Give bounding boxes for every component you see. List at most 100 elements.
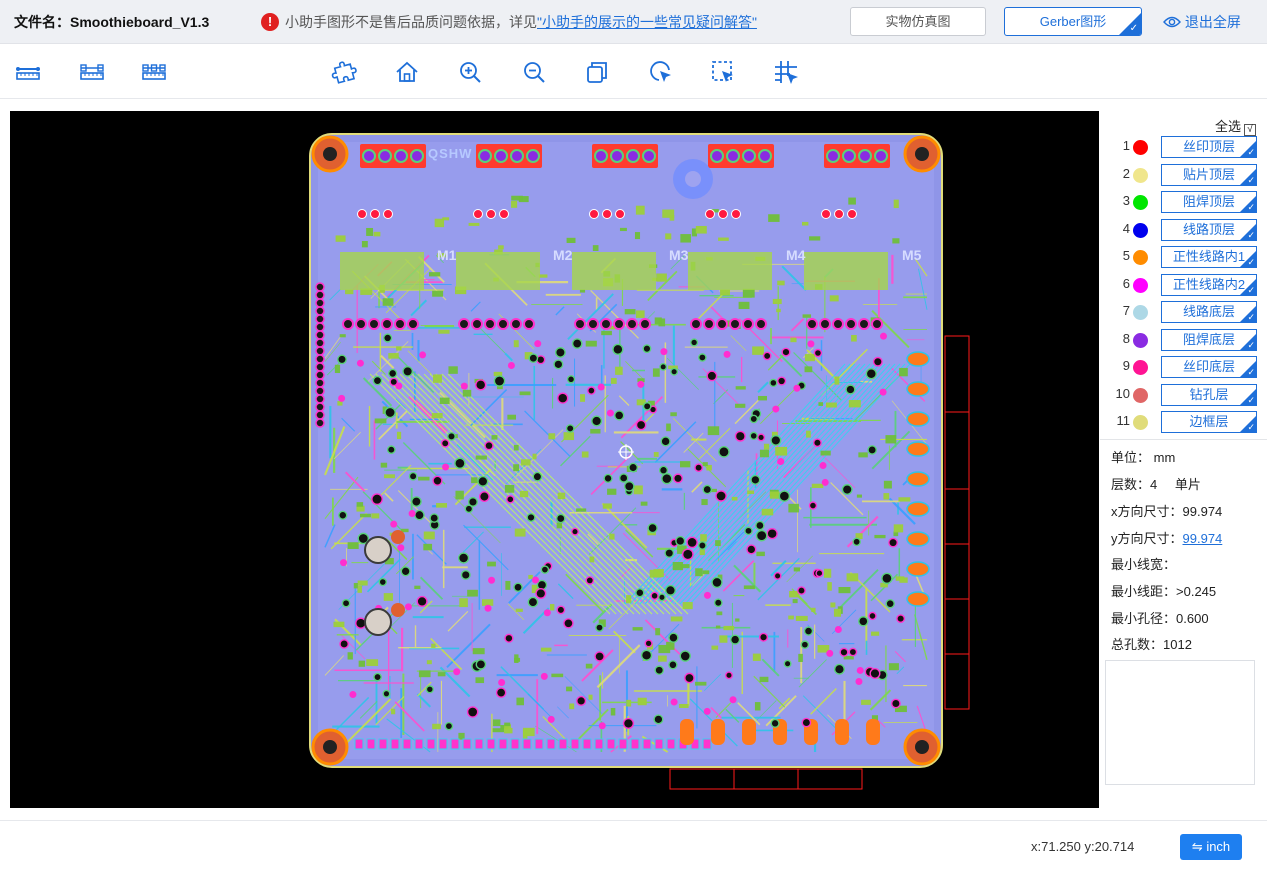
zoom-in-icon[interactable] (456, 58, 484, 86)
via (493, 375, 506, 387)
min-space-label: 最小线距： (1111, 584, 1177, 599)
bottom-pin (486, 738, 496, 750)
smd-pad (366, 227, 374, 236)
layer-number: 11 (1116, 413, 1131, 428)
motor-label-m4: M4 (786, 247, 806, 263)
via-ring (858, 318, 870, 330)
magenta-via (606, 409, 614, 417)
smd-pad (858, 452, 868, 458)
smd-pad (548, 433, 556, 440)
faq-link[interactable]: "小助手的展示的一些常见疑问解答" (537, 14, 757, 30)
smd-pad (566, 237, 576, 243)
pcb-canvas[interactable]: QSHW M1 M2 M3 M4 M5 (10, 111, 1099, 808)
terminal-pad (742, 719, 756, 745)
y-size-info: y方向尺寸：99.974 (1111, 528, 1222, 547)
via (718, 446, 730, 458)
exit-fullscreen-button[interactable]: 退出全屏 (1163, 12, 1241, 32)
select-area-icon[interactable] (709, 58, 737, 86)
zoom-out-icon[interactable] (520, 58, 548, 86)
magenta-via (660, 348, 668, 356)
smd-pad (656, 273, 667, 282)
y-size-value-link[interactable]: 99.974 (1183, 531, 1223, 546)
header-pin (874, 149, 888, 163)
via (425, 685, 434, 694)
magenta-via (498, 678, 506, 686)
motor-label-m1: M1 (437, 247, 457, 263)
total-holes-label: 总孔数： (1111, 637, 1164, 652)
smd-pad (580, 394, 586, 402)
layer-toggle-button[interactable]: 线路底层 ✓ (1161, 301, 1257, 323)
via (670, 367, 679, 376)
via (432, 475, 443, 486)
via (730, 634, 741, 645)
smd-pad (504, 727, 513, 734)
red-via (499, 209, 509, 219)
layer-toggle-button[interactable]: 线路顶层 ✓ (1161, 218, 1257, 241)
layer-toggle-button[interactable]: 边框层 ✓ (1161, 411, 1257, 433)
notice-message: 小助手图形不是售后品质问题依据，详见 (285, 14, 537, 30)
layer-number: 10 (1115, 385, 1130, 401)
smd-pad (701, 499, 708, 506)
pcb-board-render[interactable] (10, 111, 1099, 808)
smd-pad (513, 464, 519, 472)
smd-pad (634, 232, 641, 240)
copy-layers-icon[interactable] (583, 58, 611, 86)
home-icon[interactable] (393, 58, 421, 86)
bottom-pin (414, 738, 424, 750)
layer-toggle-button[interactable]: 钻孔层 ✓ (1161, 383, 1257, 406)
physical-simulation-button[interactable]: 实物仿真图 (850, 7, 986, 36)
pin (315, 418, 325, 428)
smd-pad (414, 585, 421, 590)
magenta-via (397, 544, 405, 552)
smd-pad (515, 608, 523, 612)
via-ring (394, 318, 406, 330)
via (563, 618, 574, 629)
min-space-info: 最小线距：>0.245 (1111, 581, 1216, 600)
smd-pad (820, 450, 831, 456)
pin (315, 378, 325, 388)
smd-pad (846, 573, 859, 582)
via (759, 632, 769, 642)
via-ring (407, 318, 419, 330)
gerber-view-button[interactable]: Gerber图形 ✓ (1004, 7, 1142, 36)
ruler-double-icon[interactable] (78, 58, 106, 86)
layer-toggle-button[interactable]: 丝印顶层 ✓ (1161, 136, 1257, 158)
pin (315, 290, 325, 300)
grid-icon[interactable] (772, 58, 800, 86)
puzzle-icon[interactable] (330, 58, 358, 86)
smd-pad (511, 201, 518, 208)
via (659, 363, 668, 371)
via (504, 633, 514, 643)
via-ring (587, 318, 599, 330)
via (585, 576, 595, 585)
via-ring (742, 318, 754, 330)
total-holes-value: 1012 (1163, 637, 1192, 652)
smd-pad (609, 533, 615, 540)
via (749, 414, 759, 424)
preview-box (1105, 660, 1255, 785)
smd-pad (418, 476, 430, 481)
smd-pad (498, 245, 504, 250)
via (382, 689, 391, 698)
ruler-split-icon[interactable] (140, 58, 168, 86)
via (890, 698, 901, 709)
select-all-toggle[interactable]: 全选 √ (1215, 116, 1256, 136)
layer-toggle-button[interactable]: 阻焊顶层 ✓ (1161, 191, 1257, 213)
gear-logo-hub (685, 171, 701, 187)
via (803, 626, 814, 636)
layer-toggle-button[interactable]: 阻焊底层 ✓ (1161, 328, 1257, 351)
pin (315, 282, 325, 292)
smd-pad (347, 542, 359, 549)
via-ring (574, 318, 586, 330)
terminal-pad (906, 351, 930, 367)
layer-toggle-button[interactable]: 正性线路内2 ✓ (1161, 273, 1257, 296)
ruler-icon[interactable] (14, 58, 42, 86)
layer-toggle-button[interactable]: 丝印底层 ✓ (1161, 356, 1257, 378)
smd-pad (695, 225, 707, 234)
layer-toggle-button[interactable]: 正性线路内1 ✓ (1161, 246, 1257, 268)
layer-toggle-button[interactable]: 贴片顶层 ✓ (1161, 163, 1257, 186)
unit-toggle-inch-button[interactable]: ⇋ inch (1180, 834, 1242, 860)
smd-pad (557, 492, 566, 500)
pointer-click-icon[interactable] (647, 58, 675, 86)
magenta-via (408, 510, 416, 518)
